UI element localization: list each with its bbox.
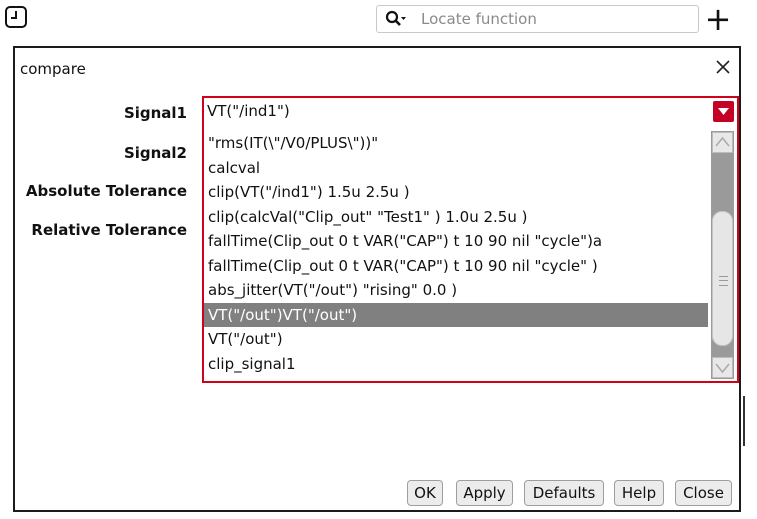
ok-button[interactable]: OK bbox=[407, 480, 443, 506]
scrollbar[interactable] bbox=[711, 131, 734, 379]
option-item[interactable]: clip_signal1 bbox=[204, 352, 708, 376]
absolute-tolerance-label: Absolute Tolerance bbox=[25, 182, 187, 200]
edge-divider bbox=[743, 396, 745, 446]
relative-tolerance-label: Relative Tolerance bbox=[31, 221, 187, 239]
option-item[interactable]: clip(VT("/ind1") 1.5u 2.5u ) bbox=[204, 180, 708, 204]
signal1-label: Signal1 bbox=[123, 104, 187, 122]
clock-icon[interactable] bbox=[5, 6, 27, 28]
dialog-title: compare bbox=[20, 60, 86, 78]
scroll-down-button[interactable] bbox=[712, 357, 733, 378]
signal1-value[interactable]: VT("/ind1") bbox=[207, 102, 290, 120]
signal-options-list: "rms(IT(\"/V0/PLUS\"))" calcval clip(VT("/… bbox=[204, 131, 708, 381]
scrollbar-thumb[interactable] bbox=[712, 211, 733, 346]
add-button[interactable]: + bbox=[700, 3, 736, 35]
option-item[interactable]: "rms(IT(\"/V0/PLUS\"))" bbox=[204, 131, 708, 155]
dropdown-arrow-icon[interactable] bbox=[713, 101, 734, 122]
option-item[interactable]: VT("/out")VT("/out") bbox=[204, 302, 708, 327]
option-item[interactable]: VT("/out") bbox=[204, 327, 708, 351]
locate-function-search[interactable] bbox=[376, 5, 699, 33]
search-input[interactable] bbox=[421, 9, 681, 29]
toolbar: + bbox=[0, 0, 757, 40]
scroll-up-button[interactable] bbox=[712, 132, 733, 153]
option-item[interactable]: calcval bbox=[204, 156, 708, 180]
option-item[interactable]: abs_jitter(VT("/out") "rising" 0.0 ) bbox=[204, 278, 708, 302]
dialog-buttons: OK Apply Defaults Help Close bbox=[0, 480, 757, 508]
signal2-label: Signal2 bbox=[123, 144, 187, 162]
option-item[interactable]: fallTime(Clip_out 0 t VAR("CAP") t 10 90… bbox=[204, 254, 708, 278]
help-button[interactable]: Help bbox=[614, 480, 664, 506]
defaults-button[interactable]: Defaults bbox=[524, 480, 604, 506]
close-button[interactable]: Close bbox=[675, 480, 732, 506]
grip-icon bbox=[719, 276, 728, 286]
option-item[interactable]: fallTime(Clip_out 0 t VAR("CAP") t 10 90… bbox=[204, 229, 708, 253]
search-icon[interactable] bbox=[385, 10, 409, 30]
apply-button[interactable]: Apply bbox=[456, 480, 513, 506]
close-icon[interactable] bbox=[712, 56, 734, 78]
signal1-combobox[interactable]: VT("/ind1") "rms(IT(\"/V0/PLUS\"))" calcv… bbox=[202, 96, 739, 383]
option-item[interactable]: clip(calcVal("Clip_out" "Test1" ) 1.0u 2… bbox=[204, 205, 708, 229]
